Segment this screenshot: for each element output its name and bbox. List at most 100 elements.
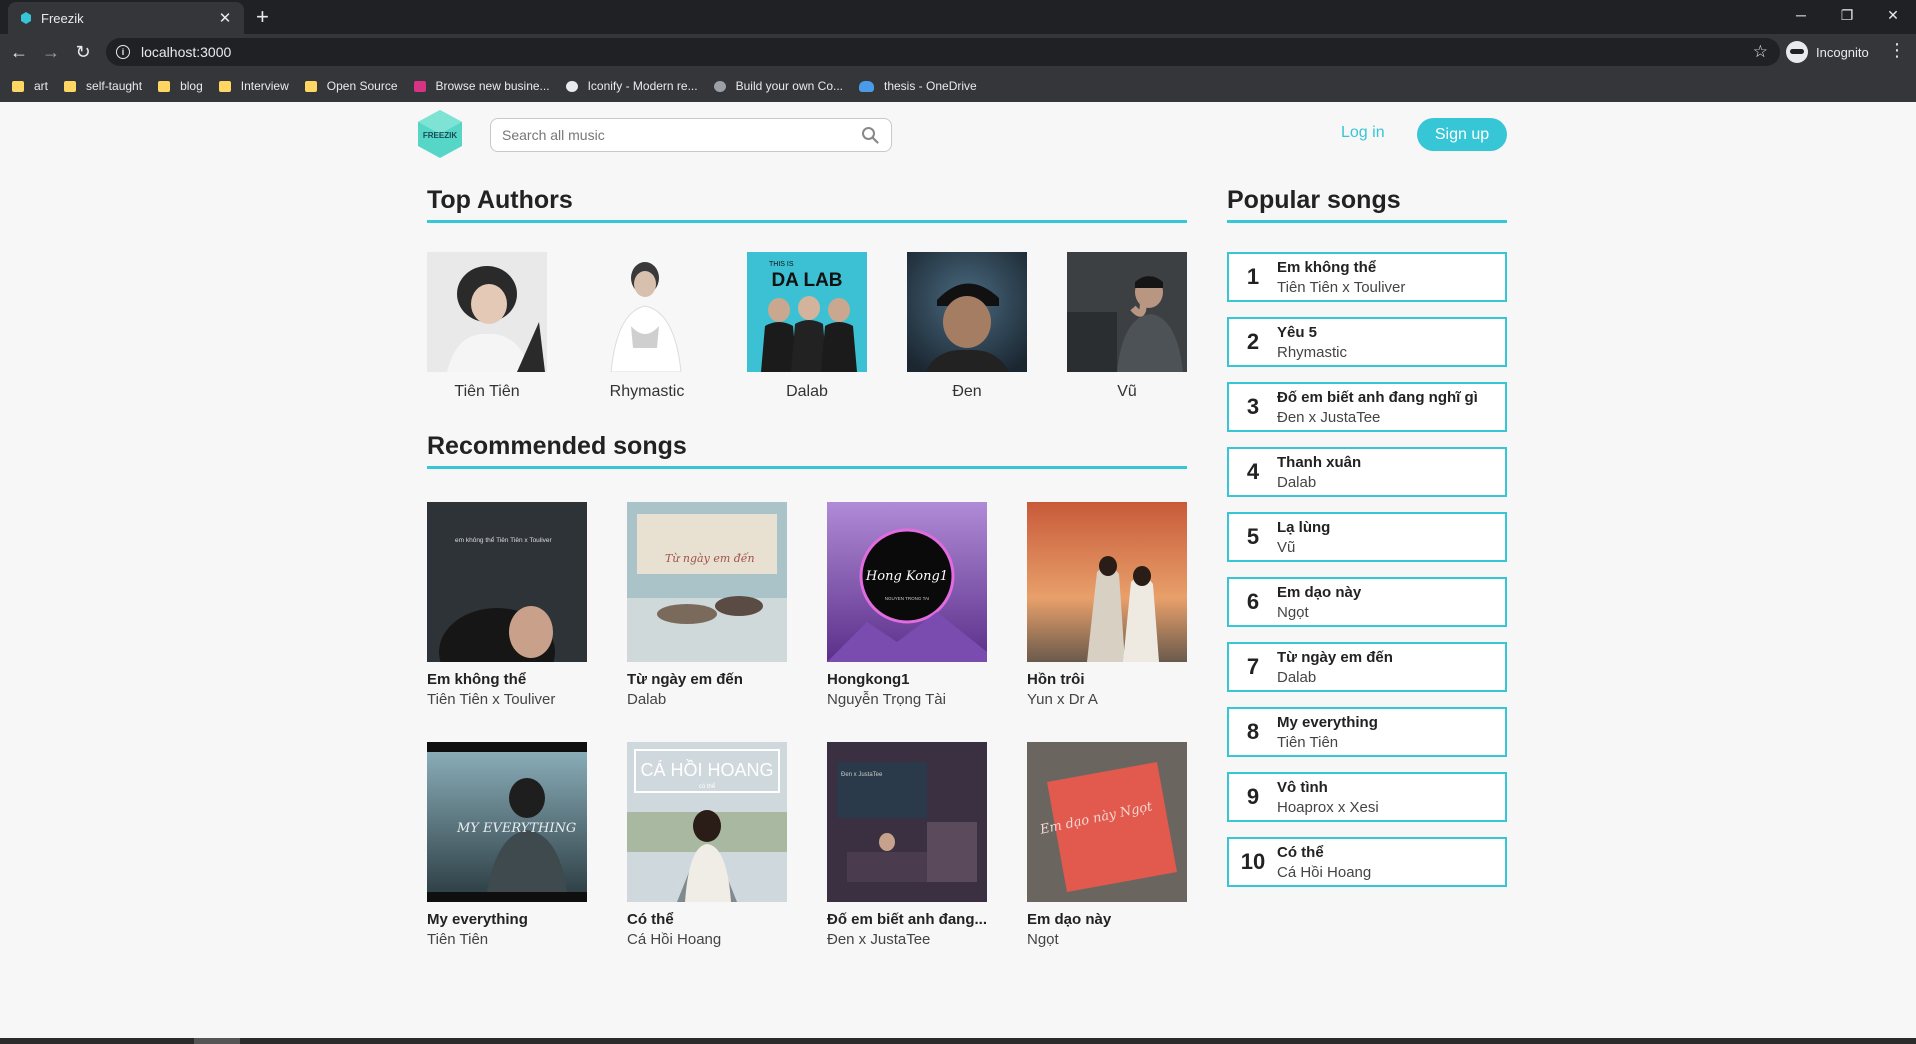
song-title: Em dạo này bbox=[1027, 911, 1112, 928]
top-authors-title: Top Authors bbox=[427, 186, 573, 214]
browser-toolbar: ← → ↻ i localhost:3000 ☆ Incognito ⋮ bbox=[0, 34, 1916, 70]
bookmark-item[interactable]: self-taught bbox=[64, 79, 142, 93]
popular-song-item[interactable]: 1 Em không thể Tiên Tiên x Touliver bbox=[1227, 252, 1507, 302]
bookmark-item[interactable]: Iconify - Modern re... bbox=[565, 79, 698, 93]
popular-song-item[interactable]: 8 My everything Tiên Tiên bbox=[1227, 707, 1507, 757]
folder-icon bbox=[218, 80, 231, 92]
svg-text:NGUYEN TRONG TAI: NGUYEN TRONG TAI bbox=[885, 596, 930, 601]
bookmark-item[interactable]: thesis - OneDrive bbox=[859, 79, 977, 93]
site-info-icon[interactable]: i bbox=[116, 45, 130, 59]
popular-song-item[interactable]: 10 Có thể Cá Hồi Hoang bbox=[1227, 837, 1507, 887]
song-card[interactable]: Hồn trôi Yun x Dr A bbox=[1027, 502, 1187, 708]
search-box bbox=[490, 118, 892, 152]
login-link[interactable]: Log in bbox=[1341, 124, 1385, 142]
back-arrow-icon[interactable]: ← bbox=[6, 39, 32, 65]
song-card[interactable]: Hong Kong1 NGUYEN TRONG TAI Hongkong1 Ng… bbox=[827, 502, 987, 708]
svg-text:có thể: có thể bbox=[699, 783, 716, 790]
author-photo bbox=[1067, 252, 1187, 372]
profile-label: Incognito bbox=[1816, 44, 1869, 60]
search-icon[interactable] bbox=[855, 120, 885, 150]
song-rank: 7 bbox=[1246, 654, 1260, 679]
forward-arrow-icon[interactable]: → bbox=[38, 39, 64, 65]
gear-icon bbox=[713, 80, 726, 92]
address-url[interactable]: localhost:3000 bbox=[141, 44, 1753, 60]
smiley-icon bbox=[565, 80, 578, 92]
song-cover bbox=[1027, 502, 1187, 662]
popular-song-item[interactable]: 3 Đố em biết anh đang nghĩ gì Đen x JustaT… bbox=[1227, 382, 1507, 432]
song-rank: 9 bbox=[1246, 784, 1260, 809]
song-card[interactable]: Em dạo này Ngọt Em dạo này Ngọt bbox=[1027, 742, 1187, 948]
song-artist: Dalab bbox=[1277, 473, 1317, 491]
song-artist: Nguyễn Trọng Tài bbox=[827, 691, 946, 708]
song-artist: Cá Hồi Hoang bbox=[627, 931, 722, 948]
author-card[interactable]: Đen bbox=[907, 252, 1027, 401]
scrollbar-thumb[interactable] bbox=[194, 1038, 240, 1044]
tab-close-icon[interactable]: ✕ bbox=[214, 9, 236, 27]
song-title: Từ ngày em đến bbox=[1277, 648, 1393, 666]
song-artist: Ngọt bbox=[1027, 931, 1059, 948]
popular-songs-divider bbox=[1227, 220, 1507, 223]
popular-song-item[interactable]: 4 Thanh xuân Dalab bbox=[1227, 447, 1507, 497]
svg-text:MY EVERYTHING: MY EVERYTHING bbox=[456, 821, 576, 836]
author-name: Tiên Tiên bbox=[454, 383, 520, 400]
popular-song-item[interactable]: 5 Lạ lùng Vũ bbox=[1227, 512, 1507, 562]
song-title: Từ ngày em đến bbox=[627, 671, 743, 688]
bookmark-item[interactable]: Build your own Co... bbox=[713, 79, 843, 93]
horizontal-scrollbar[interactable] bbox=[0, 1038, 1916, 1044]
author-photo bbox=[907, 252, 1027, 372]
minimize-icon[interactable]: ─ bbox=[1778, 0, 1824, 30]
song-card[interactable]: Từ ngày em đến Từ ngày em đến Dalab bbox=[627, 502, 787, 708]
bookmark-item[interactable]: Browse new busine... bbox=[413, 79, 550, 93]
author-card[interactable]: Rhymastic bbox=[587, 252, 707, 401]
author-photo bbox=[587, 252, 707, 373]
song-rank: 10 bbox=[1240, 849, 1266, 874]
popular-song-item[interactable]: 9 Vô tình Hoaprox x Xesi bbox=[1227, 772, 1507, 822]
bookmark-item[interactable]: art bbox=[12, 79, 48, 93]
bookmark-item[interactable]: Open Source bbox=[304, 79, 398, 93]
song-title: Thanh xuân bbox=[1277, 453, 1362, 471]
popular-song-item[interactable]: 7 Từ ngày em đến Dalab bbox=[1227, 642, 1507, 692]
search-input[interactable] bbox=[491, 127, 855, 143]
bookmark-item[interactable]: Interview bbox=[218, 79, 289, 93]
song-artist: Đen x JustaTee bbox=[1277, 408, 1381, 426]
svg-text:THIS IS: THIS IS bbox=[769, 261, 794, 268]
address-bar[interactable]: i localhost:3000 ☆ bbox=[106, 38, 1780, 66]
song-title: Có thể bbox=[1277, 843, 1324, 861]
author-card[interactable]: Tiên Tiên bbox=[427, 252, 547, 401]
song-card[interactable]: CÁ HỒI HOANG có thể Có thể Cá Hồi Hoang bbox=[627, 742, 787, 948]
close-window-icon[interactable]: ✕ bbox=[1870, 0, 1916, 30]
song-artist: Tiên Tiên x Touliver bbox=[427, 691, 556, 708]
song-card[interactable]: Đen x JustaTee Đố em biết anh đang... Đe… bbox=[827, 742, 987, 948]
new-tab-button[interactable]: + bbox=[256, 4, 269, 30]
incognito-profile-button[interactable]: Incognito bbox=[1786, 40, 1869, 64]
song-cover: Từ ngày em đến bbox=[627, 502, 787, 662]
logo-text: FREEZIK bbox=[423, 131, 457, 140]
popular-song-item[interactable]: 6 Em dạo này Ngọt bbox=[1227, 577, 1507, 627]
window-controls: ─ ❐ ✕ bbox=[1778, 0, 1916, 30]
bookmark-item[interactable]: blog bbox=[158, 79, 203, 93]
song-card[interactable]: MY EVERYTHING My everything Tiên Tiên bbox=[427, 742, 587, 948]
author-card[interactable]: Vũ bbox=[1067, 252, 1187, 401]
author-card[interactable]: THIS IS DA LAB Dalab bbox=[747, 252, 867, 401]
song-title: Yêu 5 bbox=[1277, 323, 1318, 341]
song-title: My everything bbox=[1277, 713, 1378, 731]
song-card[interactable]: em không thể Tiên Tiên x Touliver Em khô… bbox=[427, 502, 587, 708]
svg-text:DA LAB: DA LAB bbox=[771, 270, 842, 291]
song-artist: Dalab bbox=[1277, 668, 1317, 686]
song-cover: Hong Kong1 NGUYEN TRONG TAI bbox=[827, 502, 987, 662]
song-artist: Ngọt bbox=[1277, 603, 1309, 621]
reload-icon[interactable]: ↻ bbox=[70, 39, 96, 65]
freezik-logo[interactable]: FREEZIK bbox=[416, 109, 464, 159]
song-rank: 8 bbox=[1246, 719, 1260, 744]
signup-button[interactable]: Sign up bbox=[1417, 118, 1507, 151]
author-photo: THIS IS DA LAB bbox=[747, 252, 867, 372]
song-cover: MY EVERYTHING bbox=[427, 742, 587, 902]
browser-tab[interactable]: Freezik ✕ bbox=[8, 2, 244, 34]
song-title: Hồn trôi bbox=[1027, 671, 1085, 688]
popular-song-item[interactable]: 2 Yêu 5 Rhymastic bbox=[1227, 317, 1507, 367]
restore-icon[interactable]: ❐ bbox=[1824, 0, 1870, 30]
bookmark-star-icon[interactable]: ☆ bbox=[1753, 42, 1768, 62]
song-artist: Cá Hồi Hoang bbox=[1277, 863, 1372, 881]
browser-menu-icon[interactable]: ⋮ bbox=[1888, 40, 1906, 61]
song-title: Lạ lùng bbox=[1277, 518, 1331, 536]
